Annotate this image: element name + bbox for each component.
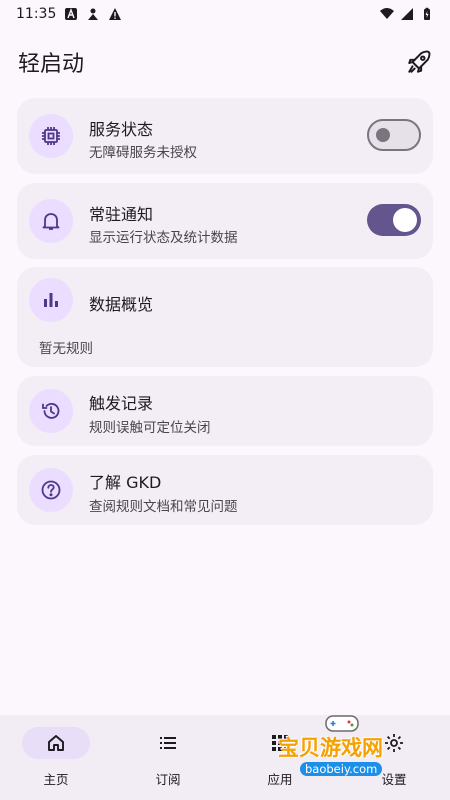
nav-indicator [134, 727, 202, 759]
rules-empty-text: 暂无规则 [39, 341, 93, 357]
card-subtitle: 显示运行状态及统计数据 [89, 230, 238, 246]
learn-gkd-card[interactable]: 了解 GKD 查阅规则文档和常见问题 [17, 455, 433, 525]
data-overview-card[interactable]: 数据概览 暂无规则 [17, 267, 433, 367]
page-title: 轻启动 [18, 52, 85, 77]
watermark-url: baobeiy.com [300, 762, 383, 776]
clock: 11:35 [16, 6, 57, 22]
card-subtitle: 查阅规则文档和常见问题 [89, 499, 238, 515]
card-title: 触发记录 [89, 394, 154, 413]
help-icon [41, 480, 61, 500]
nav-label: 主页 [43, 772, 69, 787]
service-toggle[interactable] [367, 119, 421, 151]
gamepad-icon [325, 715, 359, 732]
chip-icon [42, 127, 60, 145]
list-icon [160, 737, 176, 749]
trigger-records-card[interactable]: 触发记录 规则误触可定位关闭 [17, 376, 433, 446]
battery-icon [424, 7, 430, 20]
warning-icon [109, 8, 122, 20]
card-subtitle: 无障碍服务未授权 [89, 145, 197, 161]
chip-icon-circle [29, 114, 73, 158]
service-status-card[interactable]: 服务状态 无障碍服务未授权 [17, 98, 433, 174]
toggle-knob [393, 208, 417, 232]
card-title: 了解 GKD [89, 473, 162, 492]
card-title: 常驻通知 [89, 205, 154, 224]
nav-item-subscriptions[interactable]: 订阅 [112, 715, 224, 800]
status-bar-right [380, 7, 434, 21]
persistent-notification-card[interactable]: 常驻通知 显示运行状态及统计数据 [17, 183, 433, 259]
card-title: 服务状态 [89, 120, 154, 139]
bell-icon-circle [29, 199, 73, 243]
status-bar: 11:35 [0, 0, 450, 28]
bar-chart-icon-circle [29, 278, 73, 322]
rocket-icon[interactable] [406, 49, 432, 75]
status-bar-left: 11:35 [16, 6, 122, 22]
toggle-knob [376, 128, 390, 142]
help-icon-circle [29, 468, 73, 512]
history-icon-circle [29, 389, 73, 433]
notification-a-icon [65, 8, 78, 20]
card-title: 数据概览 [89, 295, 154, 314]
nav-label: 订阅 [155, 772, 181, 787]
card-subtitle: 规则误触可定位关闭 [89, 420, 211, 436]
signal-icon [401, 8, 413, 20]
app-bar: 轻启动 [0, 40, 450, 84]
watermark-logo: 宝贝游戏网 baobeiy.com [270, 712, 420, 782]
nav-indicator [22, 727, 90, 759]
bell-icon [42, 213, 60, 230]
nav-item-home[interactable]: 主页 [0, 715, 112, 800]
watermark-text: 宝贝游戏网 [278, 736, 383, 760]
notification-person-icon [88, 8, 99, 20]
wifi-icon [380, 8, 394, 19]
notification-toggle[interactable] [367, 204, 421, 236]
home-icon [48, 735, 64, 751]
history-icon [42, 403, 60, 419]
bar-chart-icon [44, 293, 58, 307]
